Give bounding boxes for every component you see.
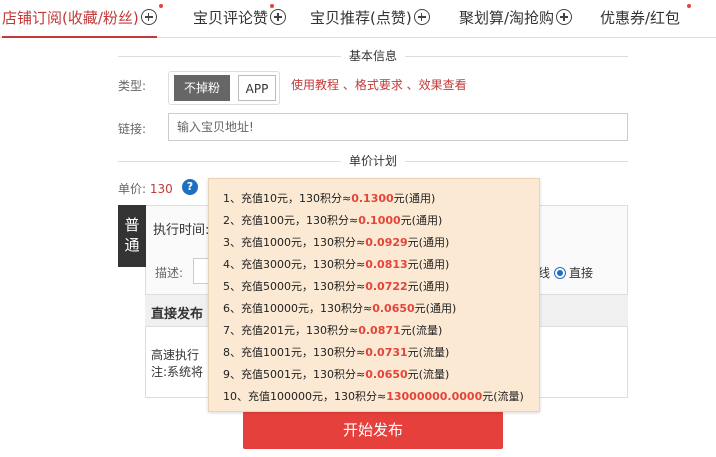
list-item: 3、充值1000元，130积分≈0.0929元(通用) [223,236,450,249]
recharge-tooltip: 1、充值10元，130积分≈0.1300元(通用) 2、充值100元，130积分… [208,178,540,412]
price-label: 单价: [118,182,147,196]
list-item: 7、充值201元，130积分≈0.0871元(流量) [223,324,443,337]
section-title: 基本信息 [340,48,406,64]
question-icon[interactable]: ? [182,179,198,195]
desc-label: 描述: [155,266,184,280]
note-text: 注:系统将 [151,365,204,379]
tab-label: 宝贝评论赞 [193,9,269,27]
notification-dot [270,4,274,8]
normal-tag[interactable]: 普通 [118,205,146,267]
type-selector: 不掉粉 APP [168,71,280,105]
type-option-app[interactable]: APP [238,75,276,101]
item-url-input[interactable]: 输入宝贝地址! [168,113,628,141]
link-label: 链接: [118,122,147,136]
notification-dot [159,4,163,8]
list-item: 2、充值100元，130积分≈0.1000元(通用) [223,214,443,227]
start-publish-button[interactable]: 开始发布 [243,411,503,449]
tab-coupon[interactable]: 优惠券/红包 [600,0,691,38]
list-item: 8、充值1001元，130积分≈0.0731元(流量) [223,346,450,359]
list-item: 6、充值10000元，130积分≈0.0650元(通用) [223,302,457,315]
exec-time-label: 执行时间: [153,223,210,238]
add-icon[interactable] [556,9,573,25]
type-option-no-drop[interactable]: 不掉粉 [174,75,230,101]
type-label: 类型: [118,79,147,93]
add-icon[interactable] [140,9,157,25]
price-value: 130 [149,182,173,196]
unit-price: 单价: 130 [118,180,173,197]
add-icon[interactable] [270,9,287,25]
list-item: 1、充值10元，130积分≈0.1300元(通用) [223,192,436,205]
fast-exec-text: 高速执行 [151,348,200,362]
help-links[interactable]: 使用教程 、格式要求 、效果查看 [291,76,467,93]
direct-publish-title: 直接发布 [151,307,204,322]
tab-label: 店铺订阅(收藏/粉丝) [2,9,139,27]
list-item: 9、充值5001元，130积分≈0.0650元(流量) [223,368,450,381]
publish-mode-radio[interactable]: 线直接 [538,264,593,281]
list-item: 10、充值100000元，130积分≈13000000.0000元(流量) [223,390,524,403]
section-title: 单价计划 [340,153,406,169]
basic-info-header: 基本信息 [118,48,628,64]
tab-item-comment-like[interactable]: 宝贝评论赞 [193,0,287,38]
tab-item-recommend[interactable]: 宝贝推荐(点赞) [310,0,430,38]
tab-label: 优惠券/红包 [600,9,681,27]
tab-juhuasuan[interactable]: 聚划算/淘抢购 [459,0,573,38]
tab-shop-subscribe[interactable]: 店铺订阅(收藏/粉丝) [2,0,163,38]
add-icon[interactable] [413,9,430,25]
list-item: 4、充值3000元，130积分≈0.0813元(通用) [223,258,450,271]
tab-label: 聚划算/淘抢购 [459,9,555,27]
radio-selected-icon[interactable] [554,267,567,279]
price-plan-header: 单价计划 [118,153,628,169]
tab-label: 宝贝推荐(点赞) [310,9,412,27]
notification-dot [687,4,691,8]
list-item: 5、充值5000元，130积分≈0.0722元(通用) [223,280,450,293]
radio-direct-label: 直接 [569,266,594,280]
tab-bar: 店铺订阅(收藏/粉丝) 宝贝评论赞 宝贝推荐(点赞) 聚划算/淘抢购 优惠券/红… [0,0,716,38]
